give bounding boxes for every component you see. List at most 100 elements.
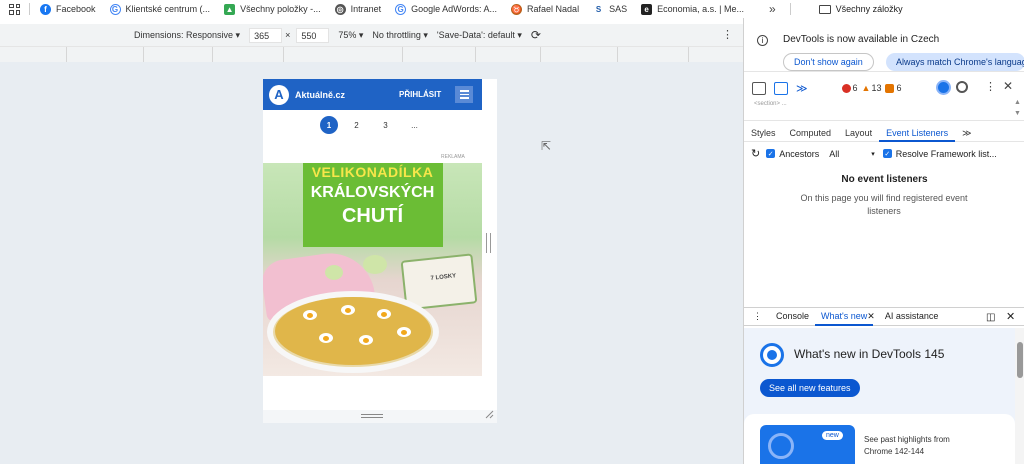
zoom-select[interactable]: 75% ▾ — [338, 30, 363, 41]
dom-tree: <section> ... ▲ ▼ — [744, 99, 1024, 121]
page-1[interactable]: 1 — [320, 116, 338, 134]
dimensions-select[interactable]: Dimensions: Responsive ▾ — [134, 30, 240, 41]
all-bookmarks-folder[interactable]: Všechny záložky — [818, 4, 903, 14]
tab-event-listeners[interactable]: Event Listeners — [879, 124, 956, 142]
warning-count-value: 13 — [871, 83, 882, 93]
past-highlights-text: See past highlights from Chrome 142-144 — [864, 435, 950, 456]
box-text: 7 LOSKY — [430, 273, 457, 282]
ad-egg-slice — [319, 333, 333, 343]
refresh-icon[interactable]: ↻ — [751, 147, 760, 160]
extension-icon[interactable] — [936, 80, 951, 95]
error-count-value: 6 — [852, 83, 858, 93]
no-listeners-title: No event listeners — [841, 174, 928, 185]
issue-count[interactable]: 6 — [885, 83, 901, 93]
dom-fragment: <section> ... — [754, 101, 787, 107]
ad-egg — [325, 265, 343, 280]
drawer-tabs: ⋮ Console What's new ✕ AI assistance ◫ ✕ — [744, 307, 1024, 326]
corner-resize-handle[interactable] — [485, 410, 494, 419]
tab-whats-new[interactable]: What's new — [815, 307, 874, 326]
warning-count[interactable]: ▲ 13 — [862, 83, 882, 93]
device-more-icon[interactable]: ⋮ — [722, 28, 733, 41]
apps-grid-icon[interactable] — [9, 3, 20, 15]
bookmark-label: Economia, a.s. | Me... — [657, 4, 744, 14]
bookmark-label: Rafael Nadal — [527, 4, 580, 14]
ad-line-2: KRÁLOVSKÝCH — [310, 184, 435, 201]
more-panels-icon[interactable]: ≫ — [796, 82, 808, 95]
dock-icon[interactable]: ◫ — [980, 308, 1001, 327]
drive-icon: ▲ — [224, 3, 236, 15]
close-tab-icon[interactable]: ✕ — [867, 307, 879, 326]
resolve-framework-checkbox[interactable]: ✓ — [882, 149, 892, 158]
mouse-cursor-icon: ⇱ — [541, 139, 552, 153]
ad-banner[interactable]: VELIKONADÍLKA KRÁLOVSKÝCH CHUTÍ 7 LOSKY — [263, 163, 482, 376]
dom-scroll-up-icon[interactable]: ▲ — [1014, 99, 1021, 106]
devtools-more-icon[interactable]: ⋮ — [985, 80, 996, 93]
ad-egg-slice — [341, 305, 355, 315]
width-input[interactable]: 365 — [249, 27, 283, 43]
bottom-resize-handle[interactable] — [361, 414, 383, 418]
ad-egg-slice — [359, 335, 373, 345]
login-link[interactable]: PŘIHLÁSIT — [399, 90, 441, 99]
sas-icon: S — [593, 3, 605, 15]
more-bookmarks-button[interactable]: » — [769, 2, 776, 16]
devtools-main-toolbar: ≫ 6 ▲ 13 6 — [744, 77, 1024, 99]
device-viewport: A Aktuálně.cz PŘIHLÁSIT 1 2 3 ... REKLAM… — [263, 79, 482, 409]
no-listeners-description: On this page you will find registered ev… — [800, 193, 968, 216]
whats-new-panel: What's new in DevTools 145 See all new f… — [744, 328, 1015, 464]
economia-icon: e — [641, 3, 653, 15]
height-input[interactable]: 550 — [296, 27, 330, 43]
bookmark-label: Intranet — [350, 4, 382, 14]
bookmark-sas[interactable]: S SAS — [586, 3, 634, 15]
bull-icon: ♉ — [511, 3, 523, 15]
site-header: A Aktuálně.cz PŘIHLÁSIT — [263, 79, 482, 110]
always-match-button[interactable]: Always match Chrome's language — [886, 53, 1024, 71]
device-toggle-icon[interactable] — [774, 81, 788, 95]
bookmark-google-adwords[interactable]: G Google AdWords: A... — [388, 3, 504, 15]
menu-icon[interactable] — [455, 86, 473, 103]
close-devtools-icon[interactable]: ✕ — [1003, 79, 1013, 93]
error-count[interactable]: 6 — [841, 83, 858, 93]
site-logo[interactable]: A — [269, 84, 289, 105]
filter-dropdown-icon[interactable]: ▾ — [871, 150, 875, 158]
inspect-element-icon[interactable] — [752, 81, 766, 95]
page-3[interactable]: 3 — [375, 116, 396, 134]
media-query-ruler — [0, 46, 743, 63]
issue-icon — [885, 83, 895, 93]
ad-line-1: VELIKONADÍLKA — [311, 164, 434, 180]
close-drawer-icon[interactable]: ✕ — [1000, 308, 1021, 327]
see-all-features-button[interactable]: See all new features — [760, 379, 860, 397]
right-resize-handle[interactable] — [486, 233, 491, 253]
drawer-scrollbar[interactable] — [1015, 328, 1024, 464]
filter-select[interactable]: All — [829, 149, 839, 159]
page-2[interactable]: 2 — [346, 116, 367, 134]
tab-ai-assistance[interactable]: AI assistance — [879, 307, 945, 326]
dont-show-again-button[interactable]: Don't show again — [783, 53, 874, 71]
warning-icon: ▲ — [861, 83, 871, 93]
bookmark-facebook[interactable]: f Facebook — [33, 3, 103, 15]
page-ellipsis: ... — [411, 120, 418, 130]
chrome-devtools-icon — [760, 343, 784, 367]
bookmark-rafael-nadal[interactable]: ♉ Rafael Nadal — [504, 3, 586, 15]
tab-styles[interactable]: Styles — [744, 124, 783, 142]
site-name[interactable]: Aktuálně.cz — [295, 90, 345, 100]
new-badge: new — [822, 431, 843, 440]
drawer-menu-icon[interactable]: ⋮ — [744, 307, 770, 326]
bookmark-klientske-centrum[interactable]: G Klientské centrum (... — [103, 3, 218, 15]
bookmark-intranet[interactable]: ◎ Intranet — [328, 3, 389, 15]
ancestors-checkbox[interactable]: ✓ — [766, 149, 776, 158]
bookmark-economia[interactable]: e Economia, a.s. | Me... — [634, 3, 751, 15]
tab-console[interactable]: Console — [770, 307, 815, 326]
save-data-select[interactable]: 'Save-Data': default ▾ — [437, 30, 522, 41]
rotate-icon[interactable]: ⟳ — [531, 28, 541, 42]
times-sign: × — [285, 30, 291, 40]
throttling-select[interactable]: No throttling ▾ — [372, 30, 428, 41]
settings-gear-icon[interactable] — [956, 81, 968, 93]
more-tabs-icon[interactable]: ≫ — [955, 124, 978, 142]
highlights-card[interactable]: new See past highlights from Chrome 142-… — [744, 414, 1015, 464]
tab-layout[interactable]: Layout — [838, 124, 879, 142]
dom-scroll-down-icon[interactable]: ▼ — [1014, 110, 1021, 117]
bookmark-vsechny-polozky[interactable]: ▲ Všechny položky -... — [217, 3, 328, 15]
tab-computed[interactable]: Computed — [783, 124, 839, 142]
google-icon: G — [395, 3, 407, 15]
devtools-panel: i DevTools is now available in Czech Don… — [743, 18, 1024, 464]
